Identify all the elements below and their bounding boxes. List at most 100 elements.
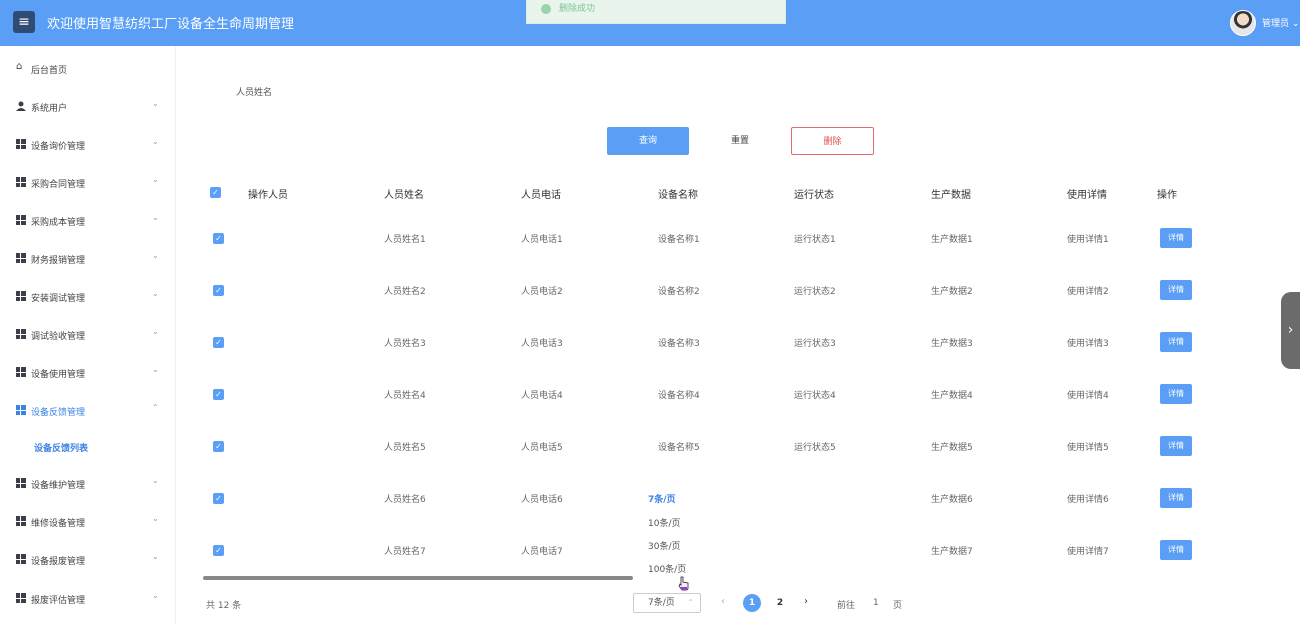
admin-label: 管理员	[1262, 19, 1290, 29]
avatar[interactable]	[1230, 10, 1256, 36]
sidebar-item-usage[interactable]: 设备使用管理 ⌄	[0, 363, 176, 383]
sidebar-item-label: 系统用户	[31, 104, 68, 114]
grid-icon	[16, 478, 26, 488]
grid-icon	[16, 554, 26, 564]
cell-status: 运行状态4	[794, 391, 836, 401]
grid-icon	[16, 593, 26, 603]
cell-status: 运行状态3	[794, 339, 836, 349]
reset-button[interactable]: 重置	[699, 127, 781, 155]
chevron-up-icon: ⌃	[152, 403, 159, 412]
sidebar-subitem-feedback-list[interactable]: 设备反馈列表	[34, 441, 88, 454]
sidebar-item-inquiry[interactable]: 设备询价管理 ⌄	[0, 135, 176, 155]
sidebar-item-finance[interactable]: 财务报销管理 ⌄	[0, 249, 176, 269]
sidebar-item-contract[interactable]: 采购合同管理 ⌄	[0, 173, 176, 193]
page-size-option[interactable]: 30条/页	[648, 539, 681, 552]
sidebar-item-feedback[interactable]: 设备反馈管理 ⌃	[0, 401, 176, 421]
sidebar-item-users[interactable]: 系统用户 ⌄	[0, 97, 176, 117]
row-checkbox[interactable]: ✓	[213, 545, 224, 556]
sidebar-item-cost[interactable]: 采购成本管理 ⌄	[0, 211, 176, 231]
cell-usage: 使用详情6	[1067, 495, 1109, 505]
row-checkbox[interactable]: ✓	[213, 441, 224, 452]
chevron-down-icon: ⌄	[152, 552, 159, 561]
page-number[interactable]: 2	[771, 594, 789, 612]
cell-phone: 人员电话4	[521, 391, 563, 401]
cell-phone: 人员电话5	[521, 443, 563, 453]
chevron-down-icon: ⌄	[152, 213, 159, 222]
row-checkbox[interactable]: ✓	[213, 337, 224, 348]
sidebar-item-install[interactable]: 安装调试管理 ⌄	[0, 287, 176, 307]
sidebar-item-maintenance[interactable]: 设备维护管理 ⌄	[0, 474, 176, 494]
detail-button[interactable]: 详情	[1160, 488, 1192, 508]
cell-usage: 使用详情5	[1067, 443, 1109, 453]
cell-production: 生产数据7	[931, 547, 973, 557]
cell-name: 人员姓名5	[384, 443, 426, 453]
cell-phone: 人员电话1	[521, 235, 563, 245]
detail-button[interactable]: 详情	[1160, 384, 1192, 404]
cell-status: 运行状态1	[794, 235, 836, 245]
sidebar-item-repair[interactable]: 维修设备管理 ⌄	[0, 512, 176, 532]
sidebar-item-scrap[interactable]: 设备报废管理 ⌄	[0, 550, 176, 570]
goto-suffix: 页	[893, 601, 903, 611]
row-checkbox[interactable]: ✓	[213, 389, 224, 400]
page-size-option[interactable]: 10条/页	[648, 516, 681, 529]
horizontal-scrollbar[interactable]	[203, 576, 633, 580]
sidebar-item-scrap-eval[interactable]: 报废评估管理 ⌄	[0, 589, 176, 609]
sidebar-item-label: 采购成本管理	[31, 218, 86, 228]
sidebar-item-label: 后台首页	[31, 66, 68, 76]
row-checkbox[interactable]: ✓	[213, 285, 224, 296]
cell-usage: 使用详情4	[1067, 391, 1109, 401]
page-size-option[interactable]: 100条/页	[648, 562, 686, 575]
admin-menu[interactable]: 管理员 ⌄	[1262, 16, 1299, 29]
cell-usage: 使用详情2	[1067, 287, 1109, 297]
goto-page-input[interactable]: 1	[873, 598, 879, 608]
sidebar-item-label: 采购合同管理	[31, 180, 86, 190]
column-header: 操作	[1157, 190, 1177, 201]
detail-button[interactable]: 详情	[1160, 280, 1192, 300]
column-header: 人员姓名	[384, 190, 424, 201]
detail-button[interactable]: 详情	[1160, 332, 1192, 352]
page-size-option[interactable]: 7条/页	[648, 492, 676, 505]
sidebar-item-home[interactable]: ⌂ 后台首页	[0, 59, 176, 79]
chevron-down-icon: ⌄	[152, 251, 159, 260]
row-checkbox[interactable]: ✓	[213, 493, 224, 504]
delete-button[interactable]: 删除	[791, 127, 874, 155]
sidebar-item-label: 财务报销管理	[31, 256, 86, 266]
grid-icon	[16, 329, 26, 339]
total-count: 共 12 条	[206, 601, 242, 611]
page-size-value: 7条/页	[648, 598, 675, 608]
column-header: 生产数据	[931, 190, 971, 201]
detail-button[interactable]: 详情	[1160, 228, 1192, 248]
cell-production: 生产数据3	[931, 339, 973, 349]
cell-phone: 人员电话2	[521, 287, 563, 297]
chevron-right-icon[interactable]: ›	[1281, 292, 1300, 369]
select-all-checkbox[interactable]: ✓	[210, 187, 221, 198]
column-header: 人员电话	[521, 190, 561, 201]
page-number[interactable]: 1	[743, 594, 761, 612]
detail-button[interactable]: 详情	[1160, 540, 1192, 560]
prev-page-icon[interactable]: ‹	[721, 596, 725, 607]
column-header: 操作人员	[248, 190, 288, 201]
sidebar-item-label: 设备询价管理	[31, 142, 86, 152]
sidebar: ⌂ 后台首页 系统用户 ⌄ 设备询价管理 ⌄ 采购合同管理 ⌄ 采购成本管理 ⌄…	[0, 46, 176, 625]
page-size-select[interactable]: 7条/页 ⌃	[633, 593, 701, 613]
cell-production: 生产数据1	[931, 235, 973, 245]
grid-icon	[16, 367, 26, 377]
toast-text: 删除成功	[559, 4, 596, 14]
query-button[interactable]: 查询	[607, 127, 689, 155]
top-bar: ≡ 欢迎使用智慧纺织工厂设备全生命周期管理 删除成功 管理员 ⌄	[0, 0, 1300, 46]
detail-button[interactable]: 详情	[1160, 436, 1192, 456]
cell-device: 设备名称4	[658, 391, 700, 401]
menu-icon[interactable]: ≡	[13, 11, 35, 33]
chevron-down-icon: ⌄	[152, 289, 159, 298]
success-toast: 删除成功	[526, 0, 786, 24]
sidebar-item-label: 安装调试管理	[31, 294, 86, 304]
next-page-icon[interactable]: ›	[804, 596, 808, 607]
sidebar-item-acceptance[interactable]: 调试验收管理 ⌄	[0, 325, 176, 345]
main-content: 人员姓名 查询 重置 删除 ✓ 操作人员 人员姓名 人员电话 设备名称 运行状态…	[177, 46, 1300, 625]
sidebar-item-label: 维修设备管理	[31, 519, 86, 529]
row-checkbox[interactable]: ✓	[213, 233, 224, 244]
grid-icon	[16, 516, 26, 526]
goto-prefix: 前往	[837, 601, 856, 611]
app-title: 欢迎使用智慧纺织工厂设备全生命周期管理	[47, 17, 295, 32]
grid-icon	[16, 177, 26, 187]
